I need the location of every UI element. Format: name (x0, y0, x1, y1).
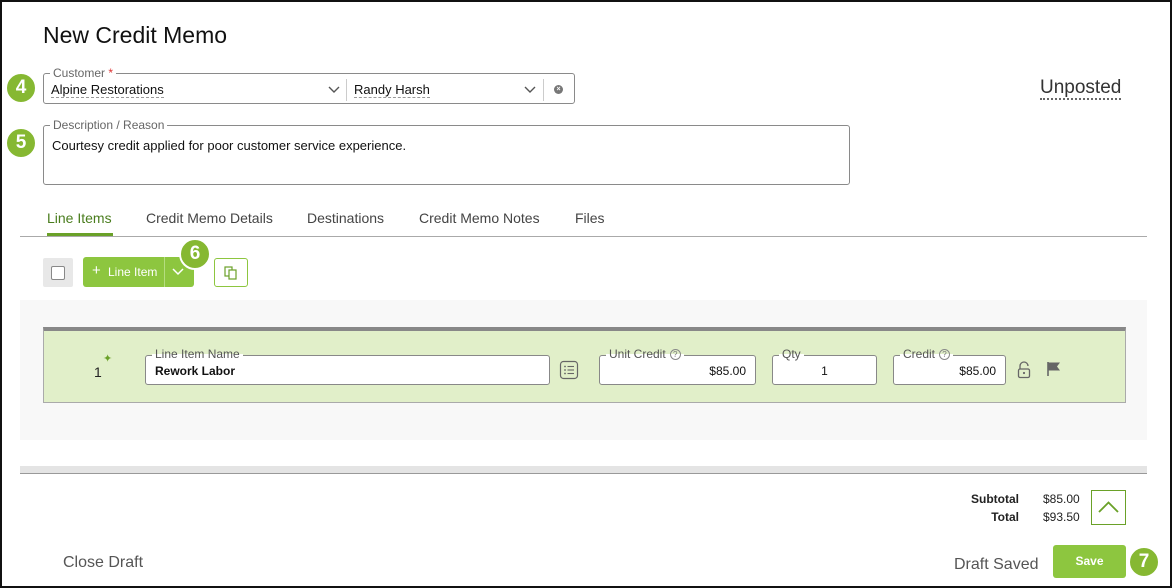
plus-icon: + (92, 262, 101, 279)
line-item-name-field[interactable]: Line Item Name Rework Labor (145, 347, 550, 385)
unit-credit-label: Unit Credit? (606, 347, 684, 361)
description-value: Courtesy credit applied for poor custome… (52, 138, 407, 153)
callout-badge-4: 4 (5, 72, 37, 104)
qty-label: Qty (779, 347, 804, 361)
customer-field: Customer * Alpine Restorations Randy Har… (43, 66, 575, 104)
tab-credit-memo-details[interactable]: Credit Memo Details (146, 210, 273, 226)
credit-label: Credit? (900, 347, 954, 361)
subtotal-label: Subtotal (971, 492, 1019, 506)
field-divider (346, 79, 347, 101)
chevron-down-icon[interactable] (327, 83, 341, 97)
tab-credit-memo-notes[interactable]: Credit Memo Notes (419, 210, 540, 226)
section-divider (20, 466, 1147, 474)
add-line-item-button[interactable]: + Line Item (83, 257, 194, 287)
copy-icon (224, 266, 237, 280)
copy-button[interactable] (214, 258, 248, 287)
description-field[interactable]: Description / Reason Courtesy credit app… (43, 118, 850, 185)
sparkle-icon: ✦ (103, 353, 113, 365)
credit-value: $85.00 (959, 364, 996, 378)
draft-saved-status: Draft Saved (954, 556, 1039, 573)
tab-files[interactable]: Files (575, 210, 605, 226)
field-divider (543, 79, 544, 101)
flag-icon[interactable] (1045, 360, 1063, 378)
line-item-name-label: Line Item Name (152, 347, 243, 361)
line-item-name-value: Rework Labor (155, 364, 236, 378)
line-item-row: 1 ✦ Line Item Name Rework Labor Unit Cre… (43, 327, 1126, 403)
tab-bar: Line Items Credit Memo Details Destinati… (20, 204, 1147, 237)
line-item-number: 1 (94, 364, 102, 380)
tab-destinations[interactable]: Destinations (307, 210, 384, 226)
callout-badge-6: 6 (179, 238, 211, 270)
unit-credit-field[interactable]: Unit Credit? $85.00 (599, 347, 756, 385)
unlock-icon[interactable] (1016, 361, 1032, 379)
qty-field[interactable]: Qty 1 (772, 347, 877, 385)
callout-badge-7: 7 (1128, 546, 1160, 578)
save-button[interactable]: Save (1053, 545, 1126, 578)
subtotal-value: $85.00 (1043, 492, 1080, 506)
clear-icon[interactable]: × (554, 85, 563, 94)
qty-value: 1 (821, 364, 828, 378)
help-icon[interactable]: ? (939, 349, 951, 360)
description-label: Description / Reason (50, 118, 168, 132)
callout-badge-5: 5 (5, 127, 37, 159)
chevron-down-icon[interactable] (523, 83, 537, 97)
status-badge[interactable]: Unposted (1040, 78, 1122, 100)
add-line-item-label: Line Item (108, 265, 158, 279)
total-label: Total (991, 510, 1019, 524)
total-value: $93.50 (1043, 510, 1080, 524)
tab-line-items[interactable]: Line Items (47, 210, 112, 226)
list-details-icon[interactable] (559, 360, 579, 380)
unit-credit-value: $85.00 (709, 364, 746, 378)
select-all-checkbox[interactable] (51, 266, 65, 280)
select-all-wrapper (43, 258, 73, 287)
chevron-down-icon[interactable] (171, 265, 185, 279)
page-title: New Credit Memo (43, 22, 228, 48)
credit-field[interactable]: Credit? $85.00 (893, 347, 1006, 385)
chevron-up-icon (1098, 501, 1119, 513)
customer-company-select[interactable]: Alpine Restorations (51, 83, 164, 98)
active-tab-indicator (47, 233, 113, 236)
help-icon[interactable]: ? (669, 349, 681, 360)
button-split (164, 257, 165, 287)
customer-label: Customer * (50, 66, 117, 80)
customer-contact-select[interactable]: Randy Harsh (354, 83, 430, 98)
close-draft-link[interactable]: Close Draft (63, 554, 143, 572)
scroll-up-button[interactable] (1091, 490, 1126, 525)
